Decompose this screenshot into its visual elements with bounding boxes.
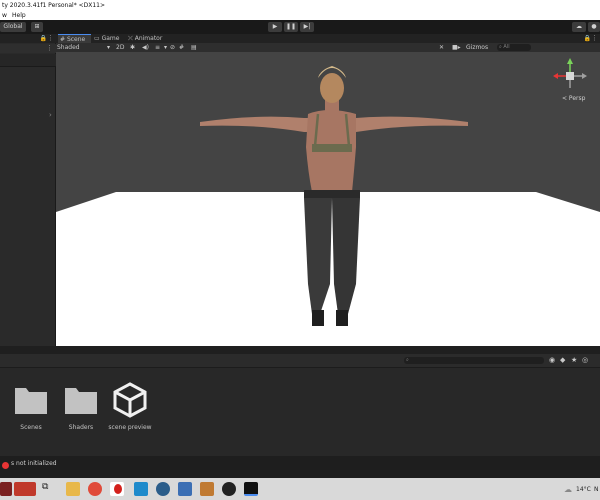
search-icon: ⌕ xyxy=(499,44,502,50)
grid-toggle-icon[interactable]: # xyxy=(179,43,184,52)
unity-editor-icon[interactable] xyxy=(244,482,258,496)
chevron-down-icon: ▾ xyxy=(106,44,110,51)
hierarchy-row[interactable] xyxy=(0,54,56,67)
folder-icon xyxy=(15,388,47,414)
project-item-scene-preview[interactable] xyxy=(112,382,148,418)
unity-logo-icon xyxy=(113,382,147,418)
opera-icon[interactable] xyxy=(114,484,122,494)
window-title-bar: ty 2020.3.41f1 Personal* <DX11> xyxy=(0,0,600,11)
scene-tab-icon: # xyxy=(60,36,66,43)
animator-tab-icon: ⤫ xyxy=(128,35,133,42)
weather-temperature[interactable]: 14°C xyxy=(576,486,591,493)
game-tab-icon: ▭ xyxy=(94,35,100,42)
photos-icon[interactable] xyxy=(178,482,192,496)
2d-toggle[interactable]: 2D xyxy=(116,43,124,52)
orientation-gizmo[interactable] xyxy=(553,58,587,88)
error-icon xyxy=(2,462,9,469)
project-item-label: Scenes xyxy=(20,424,42,431)
project-search-input[interactable]: ⌕ xyxy=(404,357,544,364)
window-title: ty 2020.3.41f1 Personal* <DX11> xyxy=(2,2,106,9)
file-explorer-icon[interactable] xyxy=(66,482,80,496)
weather-icon[interactable]: ☁ xyxy=(564,485,572,494)
chevron-down-icon[interactable]: ▾ xyxy=(164,43,167,52)
star-icon[interactable]: ★ xyxy=(571,356,577,364)
camera-icon[interactable]: ■▸ xyxy=(452,43,461,52)
tab-animator[interactable]: ⤫ Animator xyxy=(126,34,166,43)
panel-splitter[interactable] xyxy=(0,346,600,354)
scene-tab-bar: # Scene ▭ Game ⤫ Animator 🔒 ⋮ xyxy=(56,34,600,43)
lighting-toggle-icon[interactable]: ✱ xyxy=(130,43,135,52)
scene-viewport[interactable]: < Persp xyxy=(56,52,600,346)
gizmos-label: Gizmos xyxy=(466,44,489,51)
app-blue-icon[interactable] xyxy=(134,482,148,496)
main-toolbar: Global ⊞ ▶ ❚❚ ▶| ☁ ● xyxy=(0,20,600,34)
pause-button[interactable]: ❚❚ xyxy=(284,22,298,32)
hierarchy-header: 🔒 ⋮ xyxy=(0,34,56,43)
scene-toolbar: Shaded ▾ 2D ✱ ◀) ≡ ▾ ⊘ # ▤ ✕ ■▸ Gizmos ▾… xyxy=(56,43,600,52)
tray-overflow[interactable]: N xyxy=(594,486,599,493)
menu-dots-icon[interactable]: ⋮ xyxy=(46,44,53,52)
project-toolbar: ⌕ ◉ ◆ ★ ◎ xyxy=(0,354,600,368)
hidden-objects-icon[interactable]: ⊘ xyxy=(170,43,175,52)
tab-game-label: Game xyxy=(101,35,120,42)
menu-bar: w Help xyxy=(0,11,600,20)
audio-toggle-icon[interactable]: ◀) xyxy=(142,43,149,52)
tools-icon[interactable]: ✕ xyxy=(439,43,444,52)
cloud-icon: ☁ xyxy=(576,23,582,30)
tag-icon[interactable]: ◆ xyxy=(560,356,565,364)
global-label: Global xyxy=(3,23,23,30)
shading-mode-label: Shaded xyxy=(57,44,80,51)
task-view-icon[interactable]: ⧉ xyxy=(42,482,56,496)
menu-item-window[interactable]: w xyxy=(2,11,7,20)
chrome-icon[interactable] xyxy=(88,482,102,496)
grid-snap-button[interactable]: ⊞ xyxy=(31,22,43,32)
project-item-scenes[interactable] xyxy=(14,382,48,416)
search-icon: ⌕ xyxy=(406,357,409,363)
hierarchy-panel: 🔒 ⋮ ⋮ › xyxy=(0,34,56,346)
folder-icon xyxy=(65,388,97,414)
play-button[interactable]: ▶ xyxy=(268,22,282,32)
project-item-shaders[interactable] xyxy=(64,382,98,416)
shading-mode-dropdown[interactable]: Shaded ▾ xyxy=(57,43,112,52)
perspective-label[interactable]: < Persp xyxy=(562,95,585,102)
menu-item-help[interactable]: Help xyxy=(12,11,26,20)
search-placeholder: All xyxy=(503,44,510,50)
effects-toggle-icon[interactable]: ≡ xyxy=(155,43,160,52)
grid-icon: ⊞ xyxy=(34,23,40,30)
lock-icon[interactable]: 🔒 xyxy=(40,35,47,42)
camera-settings-icon[interactable]: ▤ xyxy=(191,43,197,52)
account-icon: ● xyxy=(591,23,597,30)
app-c-icon[interactable] xyxy=(156,482,170,496)
unity-hub-icon[interactable] xyxy=(222,482,236,496)
status-bar: s not initialized xyxy=(0,456,600,478)
account-button[interactable]: ● xyxy=(588,22,600,32)
menu-dots-icon[interactable]: ⋮ xyxy=(47,34,54,42)
tab-scene[interactable]: # Scene xyxy=(58,34,91,43)
hierarchy-row[interactable]: ⋮ xyxy=(0,44,56,53)
tab-scene-label: Scene xyxy=(66,36,86,43)
project-item-label: Shaders xyxy=(68,424,94,431)
project-item-label: scene preview xyxy=(108,424,152,431)
app-orange-icon[interactable] xyxy=(200,482,214,496)
tab-game[interactable]: ▭ Game xyxy=(92,34,125,43)
play-icon: ▶ xyxy=(272,23,278,30)
windows-taskbar: ⧉ ☁ 14°C N xyxy=(0,478,600,500)
step-button[interactable]: ▶| xyxy=(300,22,314,32)
chevron-right-icon[interactable]: › xyxy=(49,111,52,119)
visibility-icon[interactable]: ◉ xyxy=(549,356,555,364)
app-thumbnail-icon[interactable] xyxy=(14,482,36,496)
step-icon: ▶| xyxy=(303,23,311,30)
lock-icon[interactable]: 🔒 xyxy=(584,35,591,42)
app-red-icon[interactable] xyxy=(0,482,12,496)
status-message[interactable]: s not initialized xyxy=(11,460,57,467)
menu-dots-icon[interactable]: ⋮ xyxy=(591,34,598,42)
tab-animator-label: Animator xyxy=(134,35,163,42)
eye-icon[interactable]: ◎ xyxy=(582,356,588,364)
pause-icon: ❚❚ xyxy=(285,23,297,30)
scene-render xyxy=(56,58,600,346)
scene-search-input[interactable]: ⌕ All xyxy=(497,44,531,51)
global-pivot-button[interactable]: Global xyxy=(0,22,26,32)
services-button[interactable]: ☁ xyxy=(572,22,586,32)
